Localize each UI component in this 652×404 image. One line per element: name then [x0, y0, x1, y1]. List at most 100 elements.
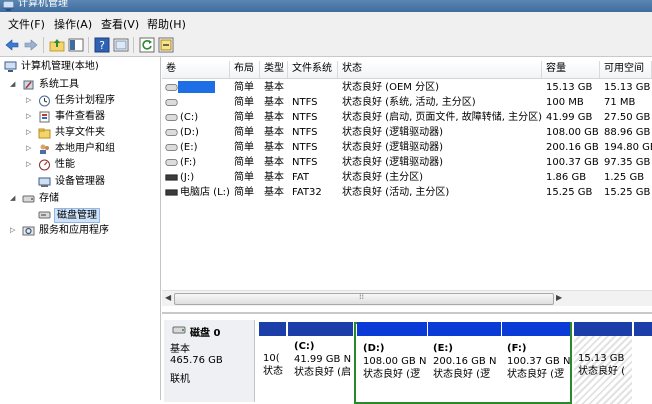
- tree-item-performance[interactable]: ▷ 性能: [26, 157, 160, 173]
- partition-system-reserved[interactable]: 10( 状态: [259, 322, 286, 404]
- table-row[interactable]: (C:) 简单 基本 NTFS 状态良好 (启动, 页面文件, 故障转储, 主分区) 41…: [162, 110, 652, 125]
- table-row[interactable]: (J:) 简单 基本 FAT 状态良好 (主分区) 1.86 GB 1.25 GB: [162, 170, 652, 185]
- cell-layout: 简单: [234, 157, 254, 168]
- event-viewer-icon: [39, 111, 50, 123]
- expand-arrow-icon[interactable]: ◢: [10, 195, 17, 202]
- table-row[interactable]: 电脑店 (L:) 简单 基本 FAT32 状态良好 (活动, 主分区) 15.25 GB 1…: [162, 185, 652, 200]
- scrollbar-thumb[interactable]: ⁞⁞: [174, 292, 554, 305]
- collapse-arrow-icon[interactable]: ▷: [26, 145, 33, 152]
- cell-type: 基本: [264, 187, 284, 198]
- tree-label: 共享文件夹: [55, 127, 105, 138]
- tree-label: 服务和应用程序: [39, 225, 109, 236]
- tree-item-storage[interactable]: ◢ 存储: [10, 191, 160, 207]
- cell-status: 状态良好 (逻辑驱动器): [342, 142, 443, 153]
- partition-next[interactable]: [634, 322, 652, 404]
- disk-0-label[interactable]: 磁盘 0 基本 465.76 GB 联机: [164, 320, 255, 402]
- window-titlebar[interactable]: 计算机管理: [0, 0, 652, 12]
- tree-label: 设备管理器: [55, 176, 105, 187]
- collapse-arrow-icon[interactable]: ▷: [10, 227, 17, 234]
- column-header-filesystem[interactable]: 文件系统: [288, 61, 338, 79]
- tree-item-device-manager[interactable]: 设备管理器: [26, 174, 160, 190]
- table-row[interactable]: (F:) 简单 基本 NTFS 状态良好 (逻辑驱动器) 100.37 GB 97.35 G…: [162, 155, 652, 170]
- partition-size: 10(: [263, 353, 280, 364]
- cell-vol: (E:): [180, 142, 198, 153]
- properties-icon[interactable]: [113, 37, 129, 53]
- menu-help[interactable]: 帮助(H): [145, 16, 188, 32]
- tree-item-event-viewer[interactable]: ▷ 事件查看器: [26, 109, 160, 125]
- scroll-right-icon[interactable]: ▶: [556, 293, 562, 302]
- partition-oem[interactable]: 15.13 GB 状态良好 (: [574, 322, 632, 404]
- table-row[interactable]: 简单 基本 NTFS 状态良好 (系统, 活动, 主分区) 100 MB 71 MB: [162, 95, 652, 110]
- cell-status: 状态良好 (启动, 页面文件, 故障转储, 主分区): [342, 112, 542, 123]
- cell-cap: 100.37 GB: [546, 157, 599, 168]
- volume-icon: [165, 159, 178, 166]
- volume-selection-highlight[interactable]: [178, 81, 215, 93]
- disk-type: 基本: [170, 344, 190, 355]
- column-header-type[interactable]: 类型: [260, 61, 288, 79]
- cell-type: 基本: [264, 97, 284, 108]
- refresh-icon[interactable]: [139, 37, 155, 53]
- menu-action[interactable]: 操作(A): [52, 16, 94, 32]
- cell-fs: NTFS: [292, 142, 318, 153]
- performance-icon: [39, 159, 50, 171]
- cell-fs: FAT: [292, 172, 310, 183]
- partition-size: 100.37 GB N: [507, 356, 570, 367]
- column-header-free-space[interactable]: 可用空间: [600, 61, 652, 79]
- device-manager-icon: [38, 177, 51, 187]
- cell-free: 88.96 GB: [604, 127, 651, 138]
- menu-view[interactable]: 查看(V): [99, 16, 141, 32]
- collapse-arrow-icon[interactable]: ▷: [26, 97, 33, 104]
- cell-type: 基本: [264, 82, 284, 93]
- table-row[interactable]: 简单 基本 状态良好 (OEM 分区) 15.13 GB 15.13 GB: [162, 80, 652, 95]
- column-header-volume[interactable]: 卷: [162, 61, 230, 79]
- scroll-left-icon[interactable]: ◀: [165, 293, 171, 302]
- cell-type: 基本: [264, 127, 284, 138]
- collapse-arrow-icon[interactable]: ▷: [26, 113, 33, 120]
- back-icon[interactable]: [4, 37, 20, 53]
- partition-c[interactable]: (C:) 41.99 GB N 状态良好 (启: [288, 322, 353, 404]
- cell-status: 状态良好 (逻辑驱动器): [342, 127, 443, 138]
- cell-vol: (C:): [180, 112, 199, 123]
- tree-item-shared-folders[interactable]: ▷ 共享文件夹: [26, 125, 160, 141]
- logical-drive-bar: [501, 322, 570, 336]
- tree-label: 磁盘管理: [54, 208, 100, 223]
- tree-item-task-scheduler[interactable]: ▷ 任务计划程序: [26, 93, 160, 109]
- partition-f[interactable]: (F:) 100.37 GB N 状态良好 (逻: [501, 322, 570, 404]
- expand-arrow-icon[interactable]: ◢: [10, 81, 17, 88]
- disk-management-icon: [38, 211, 51, 219]
- tree-item-disk-management[interactable]: 磁盘管理: [26, 207, 160, 223]
- table-row[interactable]: (E:) 简单 基本 NTFS 状态良好 (逻辑驱动器) 200.16 GB 194.80 …: [162, 140, 652, 155]
- primary-partition-bar: [574, 322, 632, 336]
- partition-e[interactable]: (E:) 200.16 GB N 状态良好 (逻: [427, 322, 501, 404]
- cell-layout: 简单: [234, 97, 254, 108]
- column-header-capacity[interactable]: 容量: [542, 61, 600, 79]
- partition-label: (E:): [433, 343, 453, 354]
- tree-item-local-users-groups[interactable]: ▷ 本地用户和组: [26, 141, 160, 157]
- tree-item-services-applications[interactable]: ▷ 服务和应用程序: [10, 223, 160, 239]
- export-icon[interactable]: [158, 37, 174, 53]
- cell-cap: 15.13 GB: [546, 82, 593, 93]
- show-hide-tree-icon[interactable]: [68, 37, 84, 53]
- horizontal-scrollbar[interactable]: ◀ ⁞⁞ ▶: [162, 290, 652, 306]
- table-row[interactable]: (D:) 简单 基本 NTFS 状态良好 (逻辑驱动器) 108.00 GB 88.96 G…: [162, 125, 652, 140]
- menu-file[interactable]: 文件(F): [6, 16, 47, 32]
- partition-d[interactable]: (D:) 108.00 GB N 状态良好 (逻: [357, 322, 427, 404]
- column-header-status[interactable]: 状态: [338, 61, 542, 79]
- tree-label: 任务计划程序: [55, 95, 115, 106]
- partition-size: 108.00 GB N: [363, 356, 427, 367]
- collapse-arrow-icon[interactable]: ▷: [26, 129, 33, 136]
- partition-text: 10( 状态: [263, 352, 283, 378]
- partition-size: 200.16 GB N: [433, 356, 497, 367]
- tree-label: 事件查看器: [55, 111, 105, 122]
- cell-fs: NTFS: [292, 127, 318, 138]
- forward-icon[interactable]: [23, 37, 39, 53]
- cell-status: 状态良好 (系统, 活动, 主分区): [342, 97, 476, 108]
- help-icon[interactable]: ?: [94, 37, 110, 53]
- collapse-arrow-icon[interactable]: ▷: [26, 161, 33, 168]
- up-folder-icon[interactable]: [49, 37, 65, 53]
- cell-status: 状态良好 (活动, 主分区): [342, 187, 450, 198]
- window-title: 计算机管理: [18, 0, 68, 9]
- tree-item-system-tools[interactable]: ◢ 系统工具: [10, 77, 160, 93]
- column-header-layout[interactable]: 布局: [230, 61, 260, 79]
- tree-item-computer-management[interactable]: 计算机管理(本地): [4, 59, 160, 75]
